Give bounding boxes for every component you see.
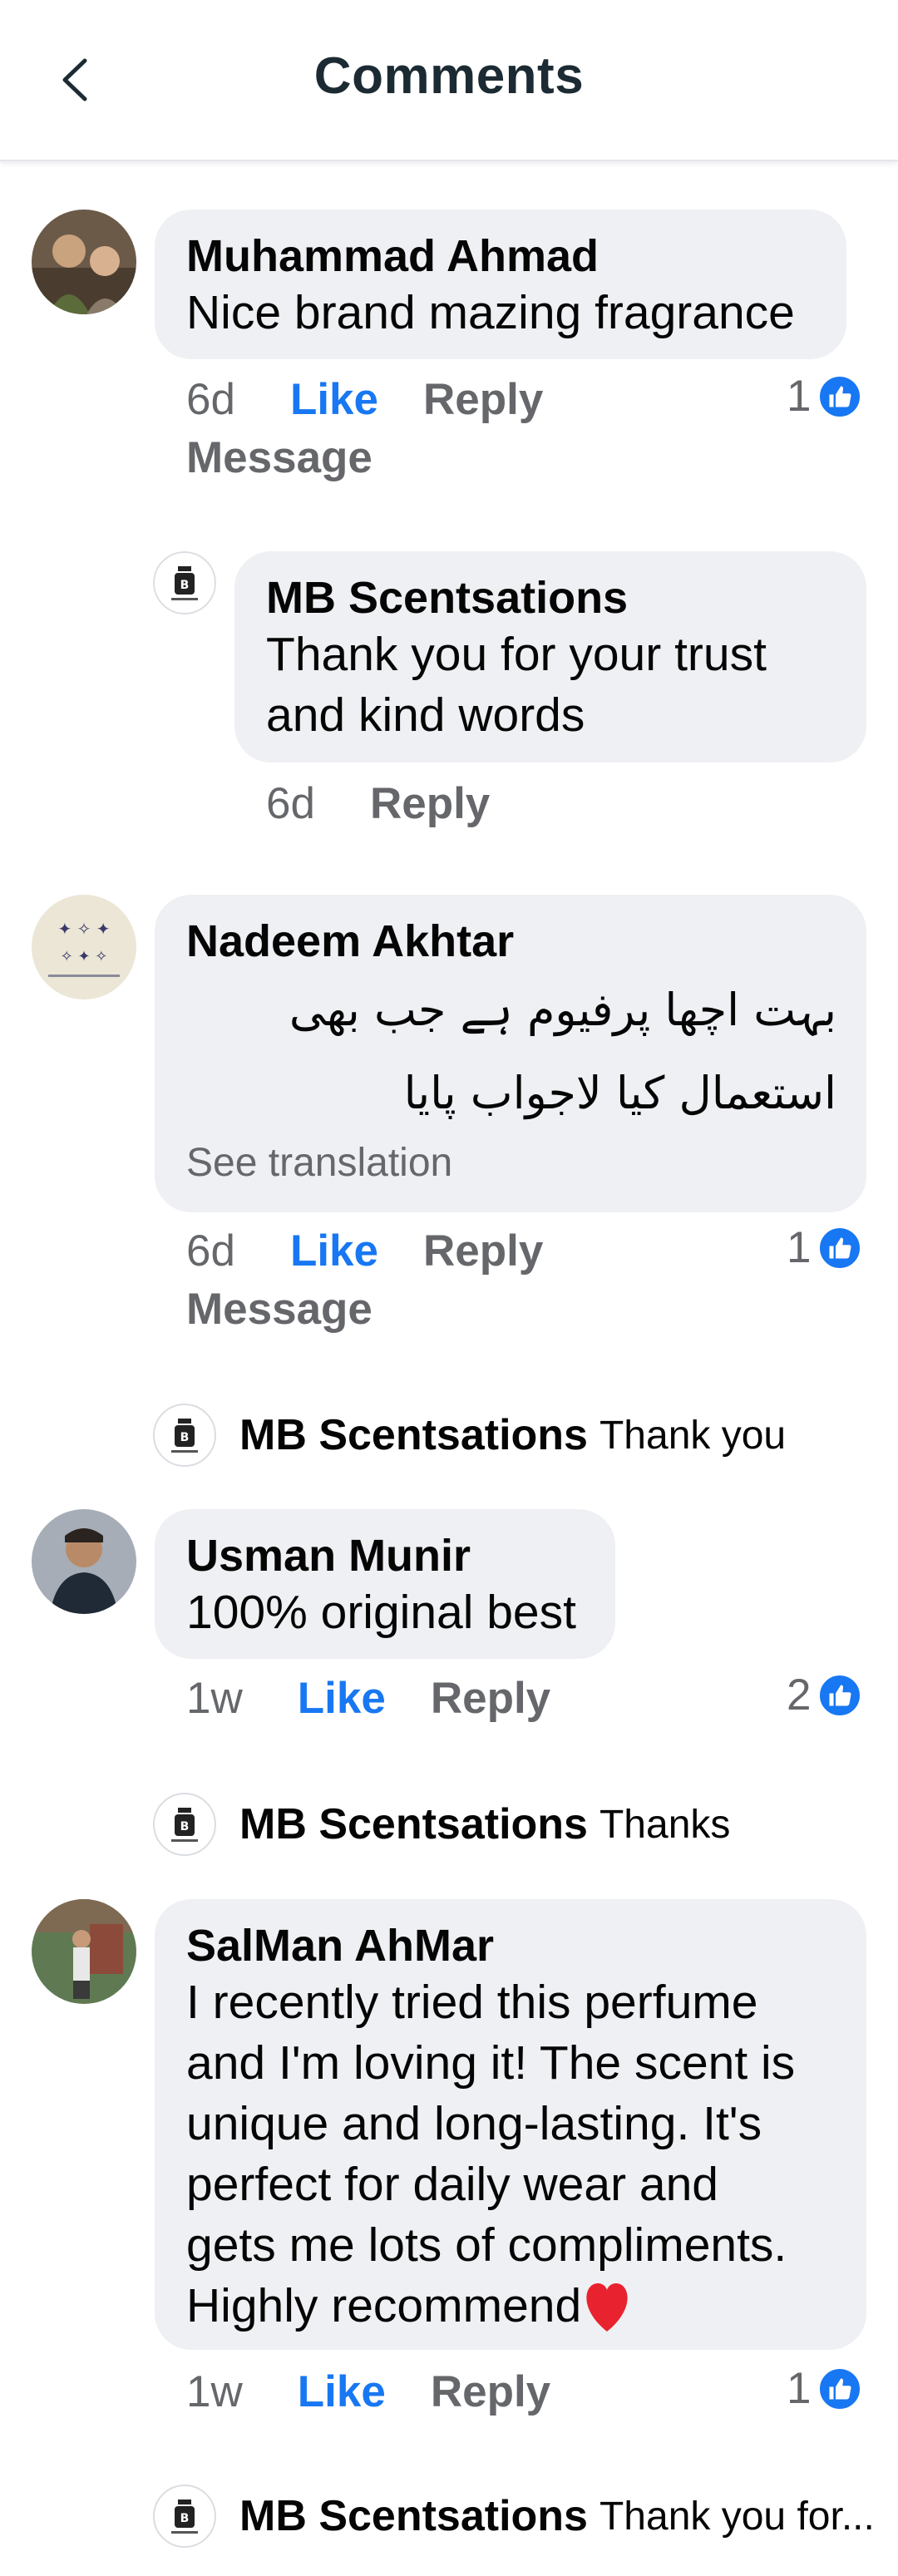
thumbs-up-icon <box>817 2366 863 2411</box>
comment-text-line: and I'm loving it! The scent is <box>186 2036 796 2090</box>
reply-bubble[interactable]: MB Scentsations Thank you for your trust… <box>234 551 866 762</box>
comment-actions: 6d Like Reply <box>186 374 543 425</box>
avatar[interactable] <box>32 210 136 314</box>
mb-logo-icon: B <box>153 551 216 614</box>
collapsed-reply[interactable]: B MB Scentsations Thank you for... <box>153 2485 875 2548</box>
comment-text-line: Highly recommend <box>186 2279 582 2332</box>
reaction-number: 1 <box>787 1223 812 1272</box>
reply-button[interactable]: Reply <box>370 778 490 829</box>
reply-button[interactable]: Reply <box>431 2366 550 2417</box>
comment-time: 1w <box>186 1674 243 1723</box>
reply-text-line: and kind words <box>266 688 585 742</box>
svg-text:B: B <box>180 1431 190 1444</box>
like-button[interactable]: Like <box>298 1673 386 1724</box>
comment-text-line: استعمال کیا لاجواب پایا <box>403 1067 836 1119</box>
comment-actions: 1w Like Reply <box>186 1673 550 1724</box>
comment-text-line: I recently tried this perfume <box>186 1976 758 2029</box>
svg-text:B: B <box>180 2512 190 2525</box>
comment-author[interactable]: SalMan AhMar <box>186 1919 836 1972</box>
reply-button[interactable]: Reply <box>423 374 543 425</box>
comment-text-line: unique and long-lasting. It's <box>186 2097 762 2150</box>
svg-text:✧ ✦ ✧: ✧ ✦ ✧ <box>61 948 108 965</box>
comment-author[interactable]: Muhammad Ahmad <box>186 229 817 283</box>
thumbs-up-icon <box>817 1672 863 1718</box>
thumbs-up-icon <box>817 373 863 419</box>
reaction-count[interactable]: 1 <box>787 371 863 422</box>
comment-text: Nice brand mazing fragrance <box>186 286 795 339</box>
page-avatar[interactable]: B <box>153 551 216 614</box>
collapsed-reply[interactable]: B MB Scentsations Thank you <box>153 1404 786 1467</box>
svg-text:B: B <box>180 579 190 592</box>
like-button[interactable]: Like <box>290 1226 378 1276</box>
comment-time: 1w <box>186 2367 243 2416</box>
comment-bubble[interactable]: SalMan AhMar I recently tried this perfu… <box>155 1899 866 2350</box>
like-button[interactable]: Like <box>290 374 378 425</box>
thumbs-up-icon <box>817 1225 863 1271</box>
collapsed-reply[interactable]: B MB Scentsations Thanks <box>153 1793 730 1856</box>
page-title: Comments <box>313 47 585 105</box>
comment-bubble[interactable]: Nadeem Akhtar بہت اچھا پرفیوم ہے جب بھی … <box>155 895 866 1212</box>
reply-button[interactable]: Reply <box>423 1226 543 1276</box>
reply-text: Thank you <box>599 1413 787 1458</box>
reply-author[interactable]: MB Scentsations <box>239 1410 588 1460</box>
avatar[interactable] <box>32 1509 136 1614</box>
reply-author[interactable]: MB Scentsations <box>266 571 836 624</box>
reaction-count[interactable]: 2 <box>787 1670 863 1720</box>
mb-logo-icon: B <box>153 1793 216 1856</box>
svg-text:B: B <box>180 1820 190 1833</box>
reply-text: Thank you for... <box>599 2494 875 2539</box>
reaction-number: 1 <box>787 372 812 421</box>
comment-bubble[interactable]: Muhammad Ahmad Nice brand mazing fragran… <box>155 210 846 359</box>
message-button[interactable]: Message <box>186 1284 373 1335</box>
mb-logo-icon: B <box>153 1404 216 1467</box>
avatar[interactable] <box>32 1899 136 2004</box>
message-button[interactable]: Message <box>186 432 373 483</box>
comment-bubble[interactable]: Usman Munir 100% original best <box>155 1509 615 1659</box>
see-translation-link[interactable]: See translation <box>186 1134 836 1192</box>
heart-emoji-icon <box>586 2282 628 2332</box>
comment-actions: 1w Like Reply <box>186 2366 550 2417</box>
mb-logo-icon: B <box>153 2485 216 2548</box>
top-bar: Comments <box>0 0 898 161</box>
avatar[interactable]: ✦ ✧ ✦ ✧ ✦ ✧ <box>32 895 136 999</box>
reaction-count[interactable]: 1 <box>787 2363 863 2414</box>
svg-text:✦ ✧ ✦: ✦ ✧ ✦ <box>58 919 111 939</box>
comment-text-line: gets me lots of compliments. <box>186 2218 787 2272</box>
comment-text: 100% original best <box>186 1586 576 1639</box>
comment-time: 6d <box>186 1226 235 1276</box>
reply-time: 6d <box>266 779 315 828</box>
reply-button[interactable]: Reply <box>431 1673 550 1724</box>
comment-text-line: بہت اچھا پرفیوم ہے جب بھی <box>289 984 836 1036</box>
reply-text-line: Thank you for your trust <box>266 628 767 681</box>
comment-actions: 6d Like Reply <box>186 1226 543 1276</box>
comment-author[interactable]: Nadeem Akhtar <box>186 915 836 968</box>
comment-text-line: perfect for daily wear and <box>186 2158 718 2211</box>
like-button[interactable]: Like <box>298 2366 386 2417</box>
reaction-count[interactable]: 1 <box>787 1222 863 1273</box>
reply-author[interactable]: MB Scentsations <box>239 2491 588 2541</box>
reaction-number: 1 <box>787 2364 812 2413</box>
reply-author[interactable]: MB Scentsations <box>239 1799 588 1849</box>
reply-text: Thanks <box>599 1802 731 1847</box>
comment-time: 6d <box>186 375 235 424</box>
comment-text-line-wrap: Highly recommend <box>186 2276 836 2337</box>
comment-author[interactable]: Usman Munir <box>186 1529 585 1582</box>
reaction-number: 2 <box>787 1670 812 1720</box>
reply-actions: 6d Reply <box>266 778 490 829</box>
